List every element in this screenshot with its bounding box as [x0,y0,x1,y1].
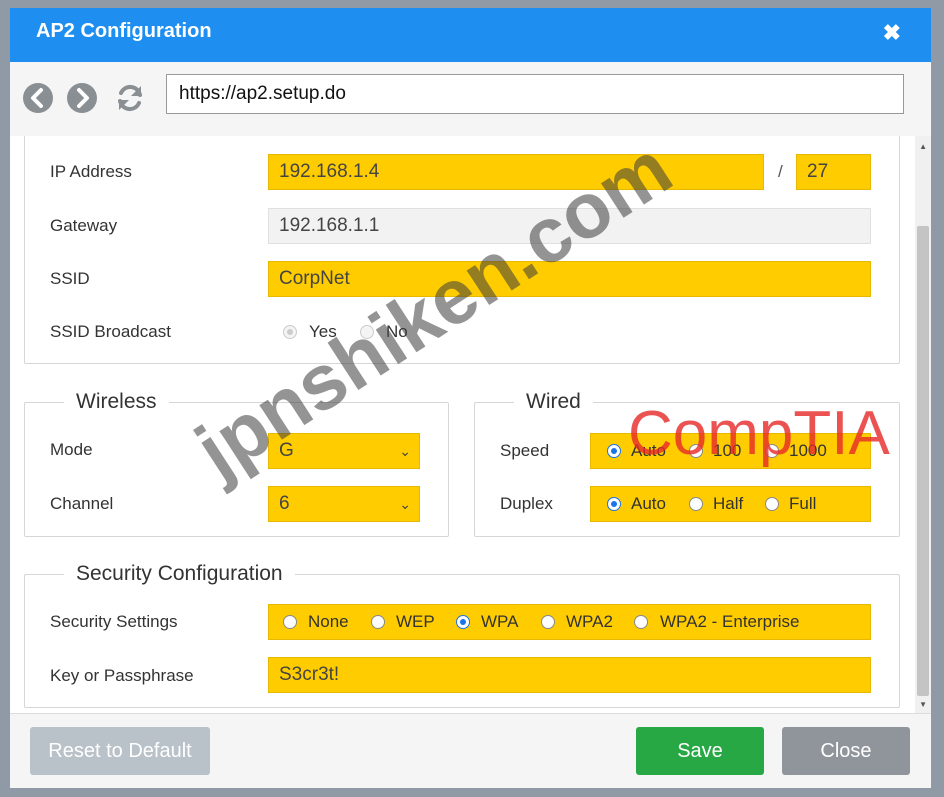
scroll-down-icon[interactable]: ▼ [919,700,927,709]
close-icon[interactable]: ✖ [883,20,901,46]
brand-watermark: CompTIA [628,399,890,468]
duplex-full-label: Full [789,494,817,513]
security-wep-label: WEP [396,612,435,631]
mode-label: Mode [50,440,93,459]
security-wpa2-enterprise-label: WPA2 - Enterprise [660,612,800,631]
forward-icon[interactable] [66,82,98,114]
chevron-down-icon: ⌄ [399,496,411,512]
key-passphrase-input[interactable]: S3cr3t! [268,657,871,693]
browser-nav-bar: https://ap2.setup.do [10,62,931,137]
subnet-separator: / [778,162,783,181]
security-none-label: None [308,612,349,631]
duplex-label: Duplex [500,494,553,513]
security-wpa2-label: WPA2 [566,612,613,631]
close-button[interactable]: Close [782,727,910,775]
duplex-auto-radio[interactable] [607,497,621,511]
security-wep-radio[interactable] [371,615,385,629]
ip-address-input[interactable]: 192.168.1.4 [268,154,764,190]
wireless-legend: Wireless [64,390,169,414]
url-input[interactable]: https://ap2.setup.do [166,74,904,114]
ip-address-label: IP Address [50,162,132,181]
duplex-half-label: Half [713,494,744,513]
subnet-mask-input[interactable]: 27 [796,154,871,190]
security-wpa-radio[interactable] [456,615,470,629]
channel-label: Channel [50,494,114,513]
ssid-broadcast-label: SSID Broadcast [50,322,171,341]
channel-select[interactable]: 6 ⌄ [268,486,420,522]
speed-auto-radio[interactable] [607,444,621,458]
security-none-radio[interactable] [283,615,297,629]
duplex-full-radio[interactable] [765,497,779,511]
ssid-label: SSID [50,269,90,288]
scrollbar[interactable]: ▲ ▼ [915,136,931,713]
security-wpa2-radio[interactable] [541,615,555,629]
channel-value: 6 [279,493,290,514]
title-bar: AP2 Configuration ✖ [10,8,931,62]
key-passphrase-label: Key or Passphrase [50,666,194,685]
security-wpa-label: WPA [481,612,519,631]
security-legend: Security Configuration [64,562,295,586]
save-button[interactable]: Save [636,727,764,775]
duplex-half-radio[interactable] [689,497,703,511]
gateway-label: Gateway [50,216,118,235]
broadcast-yes-radio[interactable] [283,325,297,339]
wired-legend: Wired [514,390,593,414]
scrollbar-thumb[interactable] [917,226,929,696]
security-settings-label: Security Settings [50,612,178,631]
footer-bar: Reset to Default Save Close [10,713,931,788]
reset-to-default-button[interactable]: Reset to Default [30,727,210,775]
window-title: AP2 Configuration [36,20,212,42]
speed-label: Speed [500,441,550,460]
security-wpa2-enterprise-radio[interactable] [634,615,648,629]
chevron-down-icon: ⌄ [399,443,411,459]
back-icon[interactable] [22,82,54,114]
refresh-icon[interactable] [114,82,146,114]
scroll-up-icon[interactable]: ▲ [919,142,927,151]
duplex-auto-label: Auto [631,494,666,513]
